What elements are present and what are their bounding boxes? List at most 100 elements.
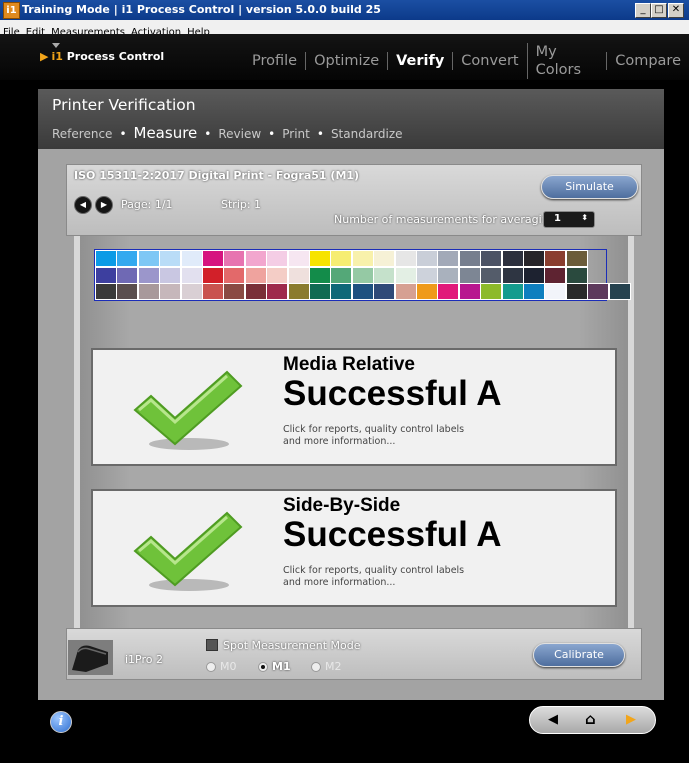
color-patch xyxy=(351,266,374,284)
color-patch xyxy=(202,283,224,301)
standard-title: ISO 15311-2:2017 Digital Print - Fogra51… xyxy=(74,169,360,182)
color-patch xyxy=(523,283,545,301)
color-patch xyxy=(587,283,610,301)
color-patch xyxy=(501,266,524,284)
color-patch xyxy=(351,283,374,301)
arrow-left-icon: ◀ xyxy=(79,200,87,209)
color-patch xyxy=(159,283,182,301)
color-patch xyxy=(373,250,396,268)
color-patch xyxy=(137,250,160,268)
step-print[interactable]: Print xyxy=(282,127,310,141)
close-button[interactable]: ✕ xyxy=(668,3,684,18)
next-page-button[interactable]: ▶ xyxy=(95,196,113,214)
color-patch xyxy=(287,266,310,284)
color-patch xyxy=(116,283,139,301)
tab-convert[interactable]: Convert xyxy=(452,52,526,70)
result-subtitle: Media Relative xyxy=(283,354,415,375)
color-patch xyxy=(523,266,545,284)
color-patch xyxy=(394,266,417,284)
step-review[interactable]: Review xyxy=(218,127,261,141)
color-patch xyxy=(565,250,588,268)
color-patch xyxy=(287,283,310,301)
spectrophotometer-icon xyxy=(68,640,113,675)
color-patch xyxy=(116,266,139,284)
maximize-button[interactable]: □ xyxy=(651,3,667,18)
play-triangle-icon: ▶ xyxy=(40,50,49,63)
color-patch xyxy=(330,266,353,284)
color-patch xyxy=(608,283,631,301)
color-patch xyxy=(266,283,289,301)
minimize-button[interactable]: _ xyxy=(635,3,651,18)
color-patch xyxy=(244,250,267,268)
color-patch xyxy=(373,266,396,284)
color-patch xyxy=(565,266,588,284)
result-subtitle: Side-By-Side xyxy=(283,495,401,516)
page-indicator: Page: 1/1 xyxy=(121,198,173,211)
spot-mode-label: Spot Measurement Mode xyxy=(223,639,361,652)
color-patch xyxy=(223,250,246,268)
color-patch xyxy=(159,266,182,284)
color-patch xyxy=(544,283,567,301)
mode-radio-m1[interactable] xyxy=(258,662,268,672)
color-patch xyxy=(180,283,203,301)
window-bottom-border xyxy=(0,744,689,763)
color-patch xyxy=(523,250,545,268)
color-patch xyxy=(501,250,524,268)
tab-verify[interactable]: Verify xyxy=(387,52,452,70)
color-patch-strip[interactable] xyxy=(94,249,631,301)
color-patch xyxy=(137,283,160,301)
result-card-side-by-side[interactable]: Side-By-Side Successful A Click for repo… xyxy=(91,489,617,607)
averaging-select[interactable]: 1 ⬍ xyxy=(543,211,595,228)
tab-profile[interactable]: Profile xyxy=(244,52,305,70)
page-title: Printer Verification xyxy=(52,96,196,114)
color-patch xyxy=(309,250,331,268)
navigation-controls: ◀ ⌂ ▶ xyxy=(529,706,656,734)
color-patch xyxy=(180,250,203,268)
step-reference[interactable]: Reference xyxy=(52,127,112,141)
step-measure[interactable]: Measure xyxy=(134,124,198,142)
window-title: Training Mode | i1 Process Control | ver… xyxy=(22,3,381,16)
menu-bar: File Edit Measurements Activation Help xyxy=(0,20,689,38)
back-arrow-icon[interactable]: ◀ xyxy=(548,712,558,727)
color-patch xyxy=(351,250,374,268)
averaging-label: Number of measurements for averaging xyxy=(334,213,556,226)
calibrate-button[interactable]: Calibrate xyxy=(533,643,625,667)
color-patch xyxy=(180,266,203,284)
color-patch xyxy=(458,266,481,284)
app-logo: ▶ i1 Process Control xyxy=(40,50,165,63)
mode-radio-m0[interactable] xyxy=(206,662,216,672)
color-patch xyxy=(95,266,117,284)
home-icon[interactable]: ⌂ xyxy=(585,710,596,728)
result-note: Click for reports, quality control label… xyxy=(283,424,465,447)
color-patch xyxy=(501,283,524,301)
mode-radio-m2[interactable] xyxy=(311,662,321,672)
mode-label-m1: M1 xyxy=(272,660,291,673)
color-patch xyxy=(95,250,117,268)
info-icon[interactable]: i xyxy=(50,711,72,733)
tab-optimize[interactable]: Optimize xyxy=(305,52,387,70)
color-patch xyxy=(416,250,438,268)
brand-mark-icon xyxy=(52,43,60,48)
result-card-media-relative[interactable]: Media Relative Successful A Click for re… xyxy=(91,348,617,466)
next-arrow-icon[interactable]: ▶ xyxy=(626,712,636,727)
color-patch xyxy=(266,250,289,268)
color-patch xyxy=(223,283,246,301)
tab-my-colors[interactable]: My Colors xyxy=(526,43,607,79)
tab-compare[interactable]: Compare xyxy=(606,52,689,70)
color-patch xyxy=(480,266,503,284)
color-patch xyxy=(394,250,417,268)
spot-mode-checkbox[interactable] xyxy=(206,639,218,651)
color-patch xyxy=(244,266,267,284)
checkmark-icon xyxy=(133,511,243,591)
strip-indicator: Strip: 1 xyxy=(221,198,262,211)
prev-page-button[interactable]: ◀ xyxy=(74,196,92,214)
step-standardize[interactable]: Standardize xyxy=(331,127,403,141)
color-patch xyxy=(458,250,481,268)
result-note: Click for reports, quality control label… xyxy=(283,565,465,588)
color-patch xyxy=(480,250,503,268)
simulate-button[interactable]: Simulate xyxy=(541,175,638,199)
color-patch xyxy=(437,283,460,301)
color-patch xyxy=(202,250,224,268)
result-status: Successful A xyxy=(283,374,502,413)
color-patch xyxy=(544,250,567,268)
